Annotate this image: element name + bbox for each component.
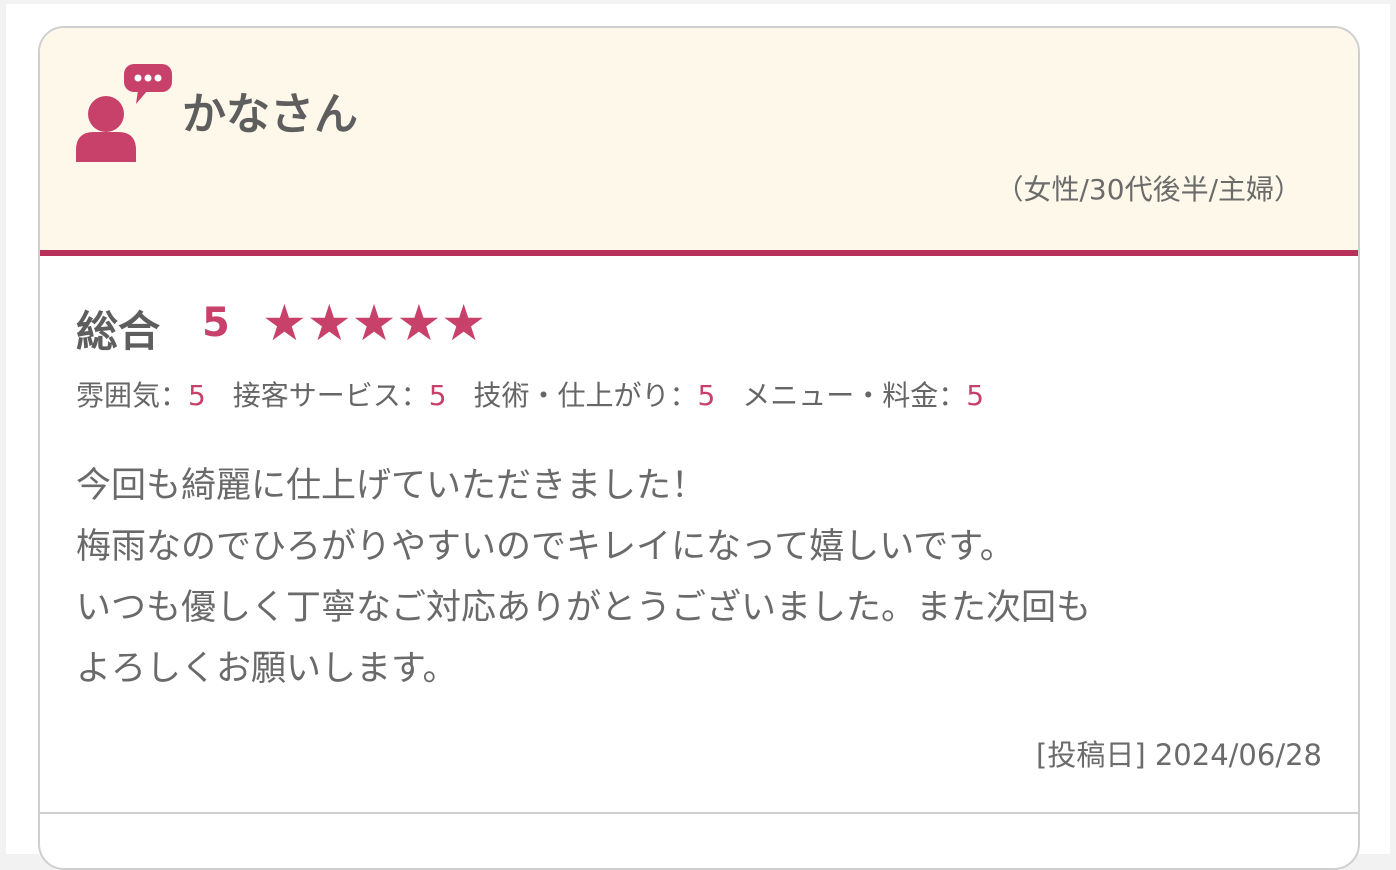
sub-rating-atmosphere: 雰囲気：5 — [76, 379, 206, 412]
review-comment: 今回も綺麗に仕上げていただきました！ 梅雨なのでひろがりやすいのでキレイになって… — [76, 456, 1316, 700]
sub-rating-value: 5 — [697, 379, 716, 412]
page: かなさん （女性/30代後半/主婦） 総合 5 ★★★★★ 雰囲気：5 接客サー… — [6, 4, 1390, 870]
divider — [40, 812, 1358, 814]
sub-rating-value: 5 — [188, 379, 206, 412]
comment-line: 梅雨なのでひろがりやすいのでキレイになって嬉しいです。 — [76, 527, 1015, 567]
reviewer-name: かなさん — [182, 89, 358, 140]
review-card: かなさん （女性/30代後半/主婦） 総合 5 ★★★★★ 雰囲気：5 接客サー… — [38, 26, 1360, 870]
sub-rating-label: 接客サービス： — [232, 379, 429, 412]
comment-line: いつも優しく丁寧なご対応ありがとうございました。また次回も — [76, 588, 1092, 628]
sub-rating-label: メニュー・料金： — [742, 379, 967, 412]
post-date: [投稿日] 2024/06/28 — [1036, 738, 1322, 772]
user-speech-bubble-icon — [76, 64, 172, 162]
reviewer-profile: （女性/30代後半/主婦） — [995, 173, 1303, 206]
review-header: かなさん （女性/30代後半/主婦） — [40, 28, 1358, 256]
sub-rating-value: 5 — [428, 379, 447, 412]
sub-ratings: 雰囲気：5 接客サービス：5 技術・仕上がり：5 メニュー・料金：5 — [76, 374, 1002, 414]
sub-rating-technique: 技術・仕上がり：5 — [474, 379, 716, 412]
overall-rating-label: 総合 — [76, 307, 161, 356]
sub-rating-service: 接客サービス：5 — [233, 379, 447, 412]
star-rating: ★★★★★ — [262, 294, 487, 352]
comment-line: 今回も綺麗に仕上げていただきました！ — [76, 466, 707, 506]
comment-line: よろしくお願いします。 — [76, 649, 458, 689]
overall-rating-score: 5 — [202, 300, 230, 346]
sub-rating-label: 雰囲気： — [76, 379, 189, 412]
sub-rating-value: 5 — [966, 379, 985, 412]
sub-rating-label: 技術・仕上がり： — [473, 379, 698, 412]
sub-rating-menu-price: メニュー・料金：5 — [742, 379, 984, 412]
